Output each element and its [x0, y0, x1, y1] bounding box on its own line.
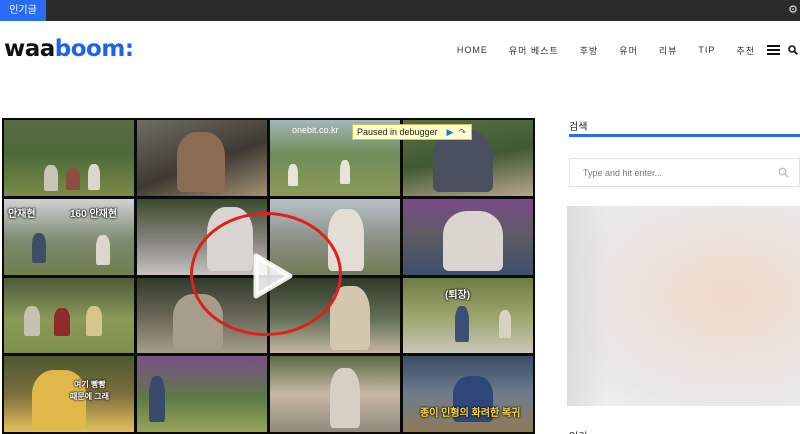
caption-line1: 여기 빵빵: [74, 380, 106, 390]
sidebar-ad-image[interactable]: [567, 206, 800, 406]
nav-item-tip[interactable]: TIP: [698, 45, 715, 55]
debugger-overlay: Paused in debugger ▶︎ ↷: [352, 124, 472, 140]
video-frame: 안재현 160 안재현: [4, 198, 134, 275]
nav-item-recommend[interactable]: 추천: [736, 44, 755, 57]
sidebar-search-title: 검색: [569, 122, 588, 133]
search-icon[interactable]: [778, 167, 789, 178]
video-frame: [137, 120, 267, 196]
play-icon[interactable]: [238, 248, 298, 304]
video-frame: [403, 198, 533, 275]
top-bar: 인기글 ⚙: [0, 0, 800, 21]
video-frame: [137, 356, 267, 432]
main-nav: HOME 유머 베스트 후방 유머 리뷰 TIP 추천: [457, 40, 800, 60]
video-frame: (퇴장): [403, 277, 533, 354]
gear-icon[interactable]: ⚙: [788, 3, 798, 16]
sidebar-next-title: 인기: [569, 428, 587, 434]
sidebar-title-underline: [569, 134, 800, 137]
video-player[interactable]: 안재현 160 안재현 (퇴장) 여기 빵빵 때문에 그래 종이 인형의 화려한…: [2, 118, 535, 434]
video-frame: 여기 빵빵 때문에 그래: [4, 356, 134, 432]
logo-text-dark: waa: [4, 36, 55, 62]
caption-name: 160 안재현: [70, 208, 118, 220]
resume-icon[interactable]: ▶︎: [447, 127, 454, 138]
caption-bottom: 종이 인형의 화려한 복귀: [420, 408, 521, 419]
debugger-label: Paused in debugger: [357, 127, 438, 137]
caption-retreat: (퇴장): [445, 289, 471, 301]
video-source-url: onebit.co.kr: [292, 125, 339, 135]
video-frame: [4, 277, 134, 354]
caption-line2: 때문에 그래: [70, 392, 110, 402]
nav-item-humor[interactable]: 유머: [619, 44, 638, 57]
video-frame: [403, 356, 533, 432]
hamburger-icon[interactable]: [767, 45, 780, 55]
nav-item-review[interactable]: 리뷰: [659, 44, 678, 57]
video-frame: [270, 356, 400, 432]
sidebar-search-box: [569, 158, 800, 187]
logo-text-blue: boom:: [54, 36, 134, 62]
nav-item-rear[interactable]: 후방: [580, 44, 599, 57]
video-frame: [4, 120, 134, 196]
caption-name: 안재현: [8, 208, 36, 220]
search-icon[interactable]: [788, 45, 798, 55]
step-over-icon[interactable]: ↷: [458, 127, 466, 138]
nav-item-humor-best[interactable]: 유머 베스트: [509, 44, 559, 57]
search-input[interactable]: [570, 159, 760, 186]
nav-item-home[interactable]: HOME: [457, 45, 488, 55]
popular-posts-badge[interactable]: 인기글: [0, 0, 46, 21]
site-logo[interactable]: waaboom:: [4, 36, 134, 62]
